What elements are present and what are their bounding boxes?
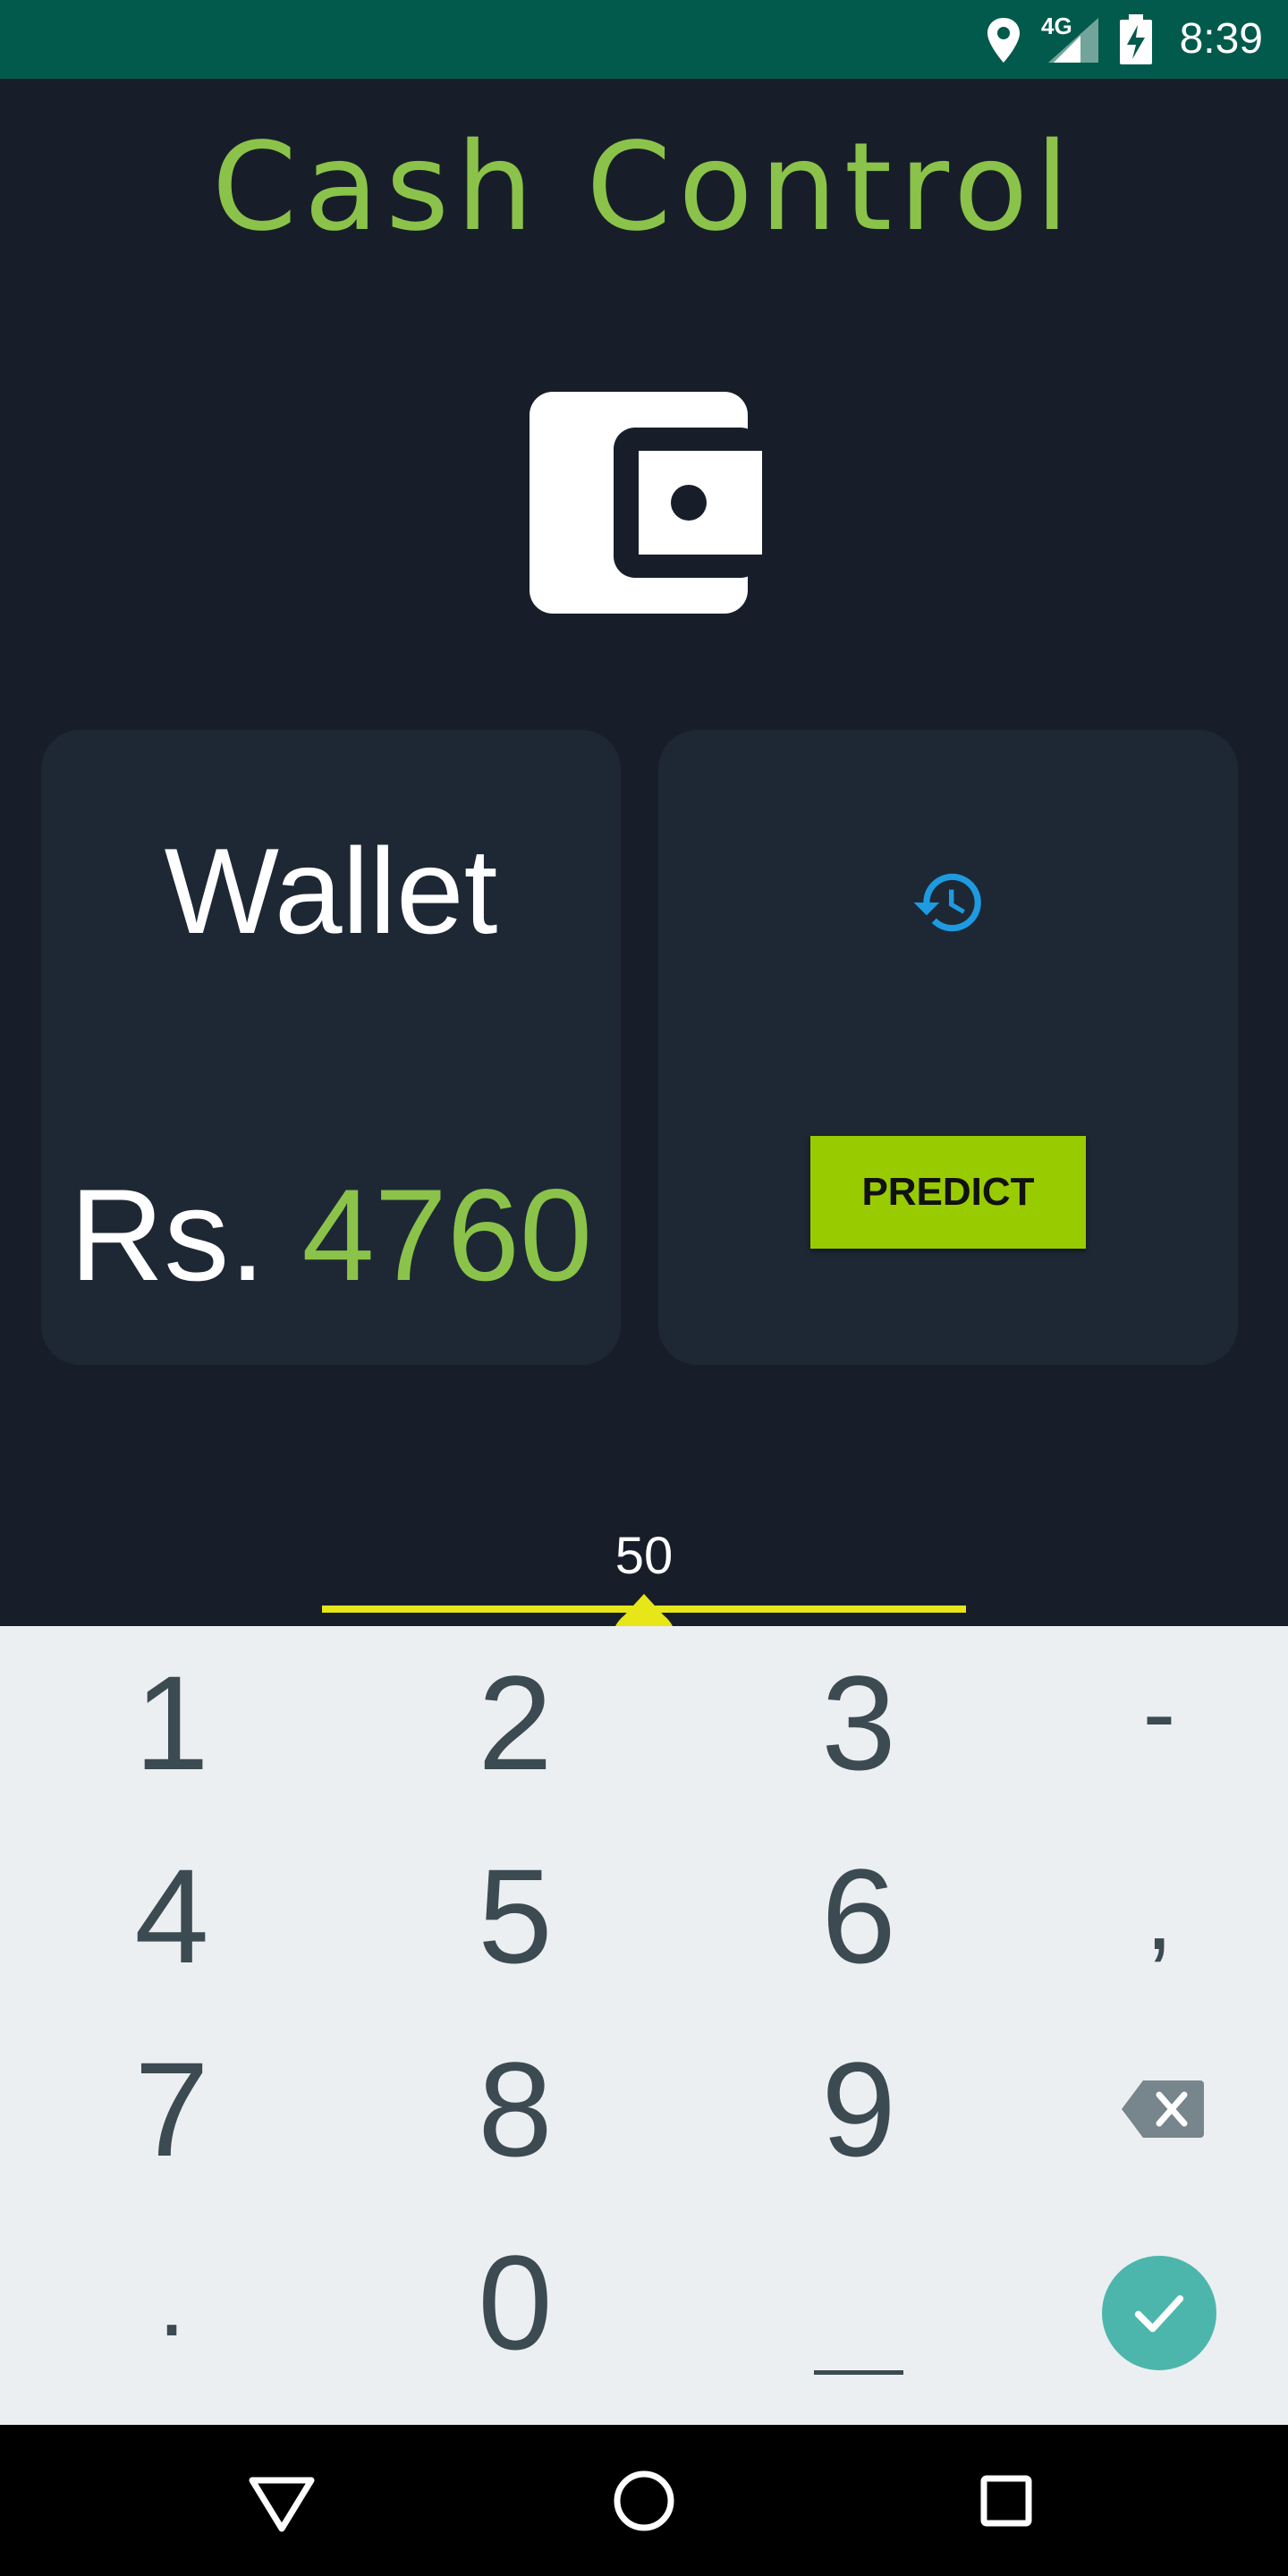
signal-icon xyxy=(1048,18,1098,63)
key-7[interactable]: 7 xyxy=(11,2012,333,2206)
currency-label: Rs. xyxy=(69,1162,266,1308)
key-period[interactable]: . xyxy=(11,2206,333,2399)
predict-card: PREDICT xyxy=(658,730,1238,1365)
key-4[interactable]: 4 xyxy=(11,1819,333,2012)
key-2[interactable]: 2 xyxy=(354,1626,676,1819)
balance-value: 4760 xyxy=(301,1162,593,1308)
wallet-icon xyxy=(530,392,762,614)
location-icon xyxy=(987,18,1020,63)
back-icon xyxy=(249,2477,315,2532)
key-6[interactable]: 6 xyxy=(698,1819,1020,2012)
app-title: Cash Control xyxy=(211,117,1077,258)
backspace-key[interactable] xyxy=(966,2012,1288,2206)
key-8[interactable]: 8 xyxy=(354,2012,676,2206)
wallet-label: Wallet xyxy=(164,823,498,959)
key-comma[interactable]: , xyxy=(998,1819,1288,2012)
status-time: 8:39 xyxy=(1179,15,1263,63)
home-button[interactable] xyxy=(604,2461,684,2541)
battery-charging-icon xyxy=(1120,14,1152,64)
wallet-balance: Rs. 4760 xyxy=(41,1159,621,1311)
status-bar: 4G 8:39 xyxy=(0,0,1288,79)
predict-button[interactable]: PREDICT xyxy=(810,1136,1086,1249)
history-icon[interactable] xyxy=(911,864,987,941)
key-1[interactable]: 1 xyxy=(11,1626,333,1819)
check-icon xyxy=(1134,2295,1184,2333)
wallet-card: Wallet Rs. 4760 xyxy=(41,730,621,1365)
space-icon[interactable] xyxy=(814,2370,903,2375)
backspace-icon xyxy=(1122,2080,1204,2138)
recents-button[interactable] xyxy=(966,2461,1046,2541)
home-icon xyxy=(614,2470,674,2531)
numeric-keyboard: 1 2 3 - 4 5 6 , 7 8 9 . 0 xyxy=(0,1626,1288,2425)
key-minus[interactable]: - xyxy=(998,1617,1288,1810)
key-3[interactable]: 3 xyxy=(698,1626,1020,1819)
recents-icon xyxy=(980,2475,1032,2527)
back-button[interactable] xyxy=(242,2461,322,2541)
navigation-bar xyxy=(0,2425,1288,2576)
key-0[interactable]: 0 xyxy=(354,2206,676,2399)
key-5[interactable]: 5 xyxy=(354,1819,676,2012)
slider-value: 50 xyxy=(614,1527,674,1585)
done-key[interactable] xyxy=(1102,2256,1216,2370)
